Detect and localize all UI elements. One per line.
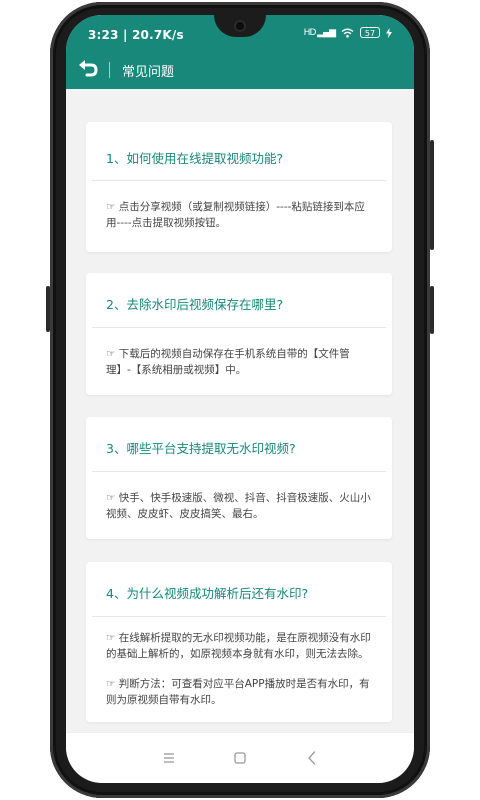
front-camera-icon [234, 20, 246, 32]
recent-apps-button[interactable] [156, 745, 182, 771]
faq-question: 3、哪些平台支持提取无水印视频? [106, 441, 296, 456]
faq-question: 4、为什么视频成功解析后还有水印? [106, 586, 309, 601]
back-arrow-icon [79, 60, 98, 77]
faq-answer: ☞ 点击分享视频（或复制视频链接）----粘贴链接到本应用----点击提取视频按… [106, 201, 365, 229]
faq-question: 2、去除水印后视频保存在哪里? [106, 297, 284, 312]
side-button-left [46, 286, 50, 332]
status-bar: 3:23 | 20.7K/s HD ▂▄▆ 57 [66, 15, 414, 51]
signal-icon: HD ▂▄▆ [303, 27, 336, 38]
side-button-right-bottom [430, 286, 434, 334]
faq-card-4: 4、为什么视频成功解析后还有水印? ☞ 在线解析提取的无水印视频功能，是在原视频… [86, 562, 392, 722]
charging-icon [386, 27, 392, 38]
app-bar-divider [109, 62, 110, 78]
faq-question: 1、如何使用在线提取视频功能? [106, 151, 284, 166]
faq-list[interactable]: 1、如何使用在线提取视频功能? ☞ 点击分享视频（或复制视频链接）----粘贴链… [66, 89, 414, 733]
faq-card-2: 2、去除水印后视频保存在哪里? ☞ 下载后的视频自动保存在手机系统自带的【文件管… [86, 273, 392, 395]
faq-card-3: 3、哪些平台支持提取无水印视频? ☞ 快手、快手极速版、微视、抖音、抖音极速版、… [86, 417, 392, 539]
faq-divider [92, 471, 386, 472]
nav-back-icon [308, 751, 316, 765]
faq-divider [92, 327, 386, 328]
faq-answer: ☞ 在线解析提取的无水印视频功能，是在原视频没有水印的基础上解析的，如原视频本身… [106, 632, 371, 660]
faq-answer: ☞ 下载后的视频自动保存在手机系统自带的【文件管理】-【系统相册或视频】中。 [106, 348, 350, 376]
home-icon [234, 752, 246, 764]
back-button[interactable] [74, 57, 102, 83]
faq-answer: ☞ 快手、快手极速版、微视、抖音、抖音极速版、火山小视频、皮皮虾、皮皮搞笑、最右… [106, 492, 371, 520]
faq-divider [92, 616, 386, 617]
faq-divider [92, 180, 386, 181]
side-button-right-top [430, 140, 434, 250]
faq-answer: ☞ 判断方法：可查看对应平台APP播放时是否有水印，有则为原视频自带有水印。 [106, 678, 370, 706]
status-icons: HD ▂▄▆ 57 [304, 27, 392, 38]
notch [214, 15, 266, 37]
screen: 3:23 | 20.7K/s HD ▂▄▆ 57 常见问题 1、如何使用在线提取… [66, 15, 414, 783]
page-title: 常见问题 [122, 65, 175, 80]
status-time: 3:23 | 20.7K/s [88, 28, 184, 42]
app-bar: 常见问题 [66, 51, 414, 89]
menu-icon [164, 753, 174, 763]
home-button[interactable] [227, 745, 253, 771]
wifi-icon [341, 28, 354, 37]
faq-card-1: 1、如何使用在线提取视频功能? ☞ 点击分享视频（或复制视频链接）----粘贴链… [86, 122, 392, 252]
system-back-button[interactable] [299, 745, 325, 771]
system-nav-bar [66, 732, 414, 783]
battery-icon: 57 [360, 27, 380, 38]
